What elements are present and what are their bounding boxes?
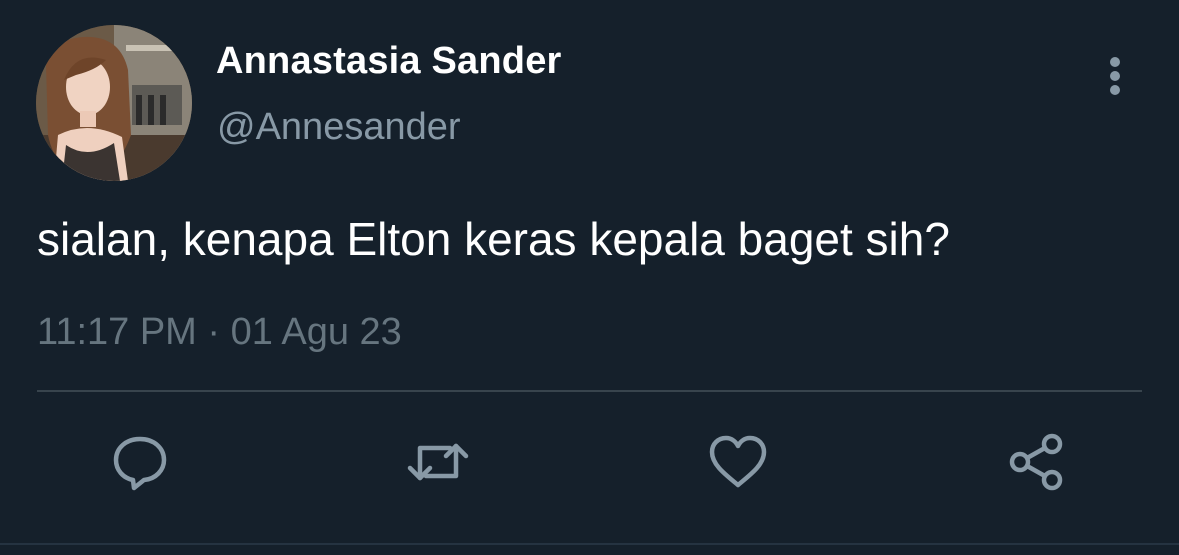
share-button[interactable] — [1004, 430, 1068, 494]
display-name[interactable]: Annastasia Sander — [216, 40, 562, 83]
tweet-text: sialan, kenapa Elton keras kepala baget … — [37, 213, 950, 265]
bottom-divider — [0, 543, 1179, 545]
reply-icon — [113, 436, 167, 491]
reply-button[interactable] — [108, 430, 172, 494]
more-options-button[interactable] — [1096, 52, 1134, 100]
more-vertical-icon — [1110, 57, 1120, 95]
retweet-button[interactable] — [406, 430, 470, 494]
heart-icon — [709, 435, 767, 488]
meta-separator: · — [207, 311, 221, 353]
retweet-icon — [407, 443, 469, 481]
avatar[interactable] — [36, 25, 192, 181]
tweet-card: Annastasia Sander @Annesander sialan, ke… — [0, 0, 1179, 555]
divider — [37, 390, 1142, 392]
tweet-time: 11:17 PM — [37, 311, 197, 353]
tweet-timestamp[interactable]: 11:17 PM · 01 Agu 23 — [37, 311, 402, 354]
like-button[interactable] — [706, 430, 770, 494]
share-icon — [1009, 433, 1063, 491]
user-handle[interactable]: @Annesander — [217, 106, 461, 149]
avatar-photo — [36, 25, 192, 181]
tweet-date: 01 Agu 23 — [230, 311, 402, 353]
